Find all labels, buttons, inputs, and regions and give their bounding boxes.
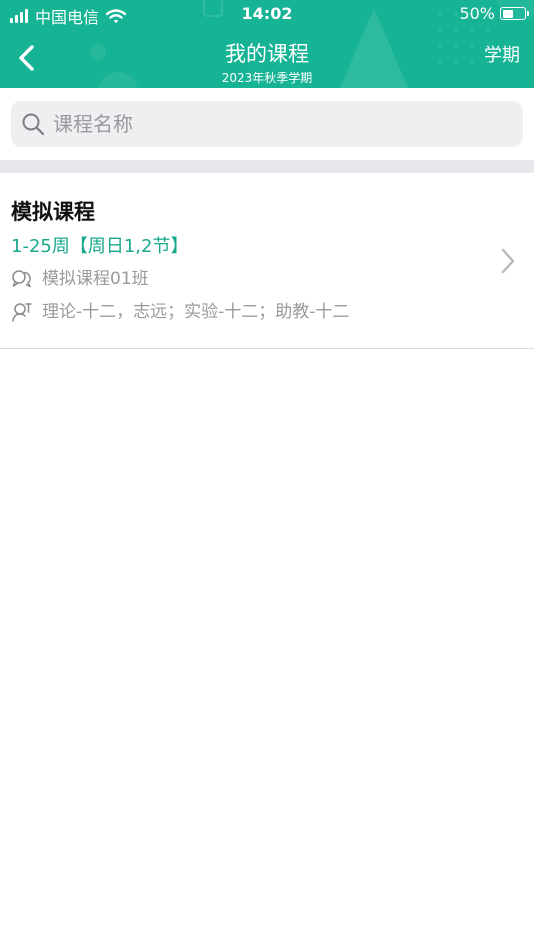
- term-button[interactable]: 学期: [484, 43, 520, 69]
- course-card[interactable]: 模拟课程 1-25周【周日1,2节】 模拟课程01班 理论-十二，志远；实验-十…: [0, 173, 534, 349]
- battery-percent: 50%: [459, 4, 495, 23]
- header: 中国电信 14:02 50% 我的课程 2023年秋季学期 学期: [0, 0, 534, 88]
- search-bar[interactable]: [11, 101, 523, 147]
- search-section: [0, 88, 534, 160]
- search-icon: [22, 113, 45, 136]
- section-divider: [0, 160, 534, 173]
- course-name: 模拟课程: [11, 200, 95, 224]
- course-class-name: 模拟课程01班: [42, 269, 149, 289]
- course-teachers-row: 理论-十二，志远；实验-十二；助教-十二: [11, 300, 349, 324]
- course-teachers: 理论-十二，志远；实验-十二；助教-十二: [42, 302, 350, 322]
- course-class-row: 模拟课程01班: [11, 267, 149, 291]
- page-title: 我的课程: [225, 42, 309, 66]
- teacher-icon: [12, 303, 32, 322]
- status-time: 14:02: [241, 4, 293, 23]
- status-bar: 中国电信 14:02 50%: [0, 0, 534, 28]
- battery-level: [502, 9, 513, 18]
- chat-bubbles-icon: [12, 270, 31, 288]
- chevron-right-icon: [501, 248, 515, 274]
- battery-icon: [500, 7, 529, 20]
- course-schedule: 1-25周【周日1,2节】: [11, 236, 189, 257]
- status-right: 50%: [459, 4, 529, 23]
- page-subtitle: 2023年秋季学期: [221, 71, 313, 85]
- search-input[interactable]: [51, 111, 491, 137]
